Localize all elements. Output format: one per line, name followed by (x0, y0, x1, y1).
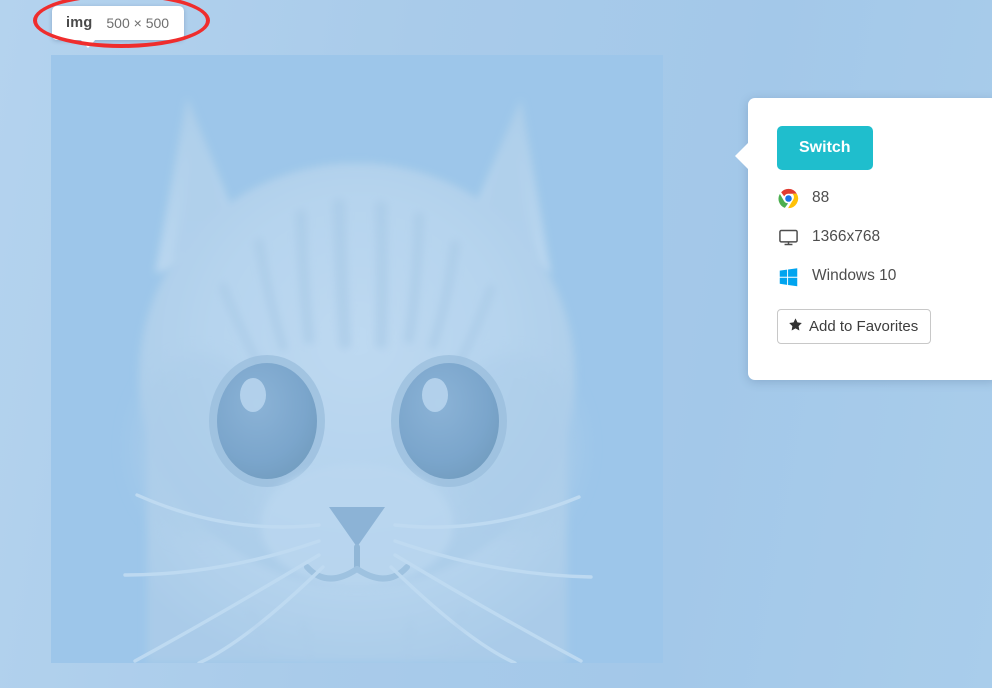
browser-version-label: 88 (812, 189, 830, 206)
image-canvas[interactable] (51, 55, 663, 663)
switch-button[interactable]: Switch (777, 126, 873, 170)
tool-rail (664, 0, 756, 688)
info-row-os: Windows 10 (777, 265, 992, 287)
windows-icon (777, 265, 799, 287)
image-size-tooltip: img 500 × 500 (52, 6, 185, 48)
favorites-label: Add to Favorites (809, 318, 919, 335)
info-row-resolution: 1366x768 (777, 226, 992, 248)
star-icon (788, 317, 803, 336)
add-to-favorites-button[interactable]: Add to Favorites (777, 309, 932, 344)
info-row-browser: 88 (777, 187, 992, 209)
chrome-icon (777, 187, 799, 209)
tooltip-dimensions: 500 × 500 (106, 15, 170, 31)
session-info-panel: Switch 88 1366x768 Windows 10 Add to Fav… (735, 98, 992, 380)
tooltip-tag: img (66, 15, 93, 31)
os-label: Windows 10 (812, 267, 897, 284)
cat-photo (51, 55, 663, 663)
resolution-label: 1366x768 (812, 228, 881, 245)
monitor-icon (777, 226, 799, 248)
